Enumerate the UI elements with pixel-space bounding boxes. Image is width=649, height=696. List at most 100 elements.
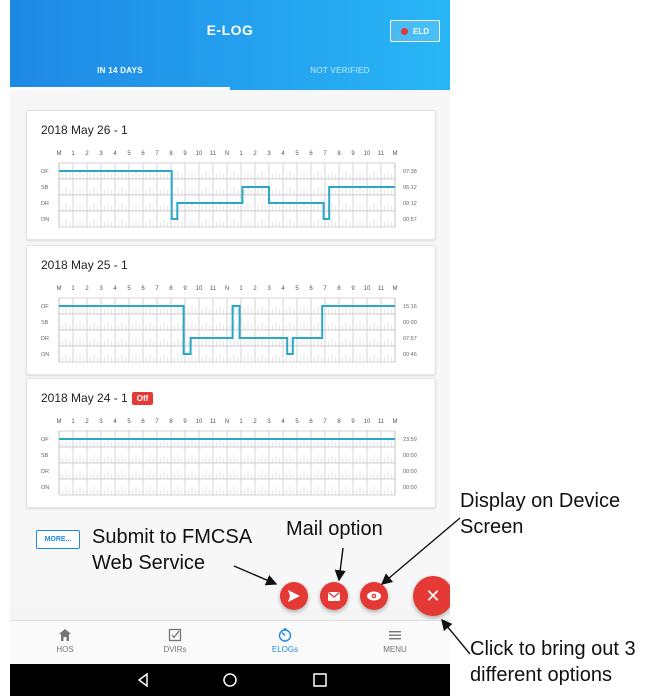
hour-tick-label: 5 [127, 151, 131, 157]
hour-tick-label: 10 [196, 286, 203, 292]
hour-tick-label: 4 [113, 286, 117, 292]
hour-tick-label: 8 [337, 419, 341, 425]
hour-tick-label: 5 [127, 419, 131, 425]
hour-tick-label: 3 [99, 151, 103, 157]
nav-hos[interactable]: HOS [10, 621, 120, 665]
home-icon [59, 629, 71, 641]
log-card-1[interactable]: 2018 May 25 - 1 M 1 2 3 4 5 6 7 8 9 10 11 N 1 2 3 4 5 6 7 8 9… [26, 245, 436, 375]
hour-tick-label: 8 [169, 419, 173, 425]
hour-tick-label: 9 [351, 151, 355, 157]
hour-tick-label: 3 [267, 419, 271, 425]
tab-bar: IN 14 DAYS NOT VERIFIED [10, 52, 450, 90]
eld-button[interactable]: ELD [390, 20, 440, 42]
nav-elogs[interactable]: ELOGs [230, 621, 340, 665]
log-grid-chart: M 1 2 3 4 5 6 7 8 9 10 11 N 1 2 3 4 5 6 7 8 9 10 11 M OF 07:38 SB 06… [41, 151, 417, 228]
hour-tick-label: 6 [309, 151, 313, 157]
nav-dvirs[interactable]: DVIRs [120, 621, 230, 665]
hour-tick-label: 3 [99, 286, 103, 292]
hour-tick-label: 4 [281, 419, 285, 425]
status-label: ON [41, 217, 49, 223]
hour-tick-label: 5 [295, 286, 299, 292]
status-label: DR [41, 469, 49, 475]
status-label: DR [41, 336, 49, 342]
hour-tick-label: 9 [351, 419, 355, 425]
close-icon: ✕ [425, 585, 441, 606]
hour-tick-label: 4 [281, 286, 285, 292]
hour-tick-label: 1 [71, 419, 75, 425]
hour-tick-label: 11 [210, 419, 217, 425]
hour-tick-label: N [225, 151, 229, 157]
send-icon [288, 590, 300, 602]
status-label: SB [41, 185, 49, 191]
hour-tick-label: 5 [127, 286, 131, 292]
status-total: 00:00 [403, 485, 417, 491]
hour-tick-label: 9 [183, 286, 187, 292]
hour-tick-label: 11 [210, 151, 217, 157]
log-card-2[interactable]: 2018 May 24 - 1 Off M 1 2 3 4 5 6 7 8 9 10 11 N 1 2 3 4 5 6… [26, 378, 436, 508]
log-date-title: 2018 May 26 - 1 [41, 123, 128, 137]
system-nav-bar [10, 664, 450, 696]
hour-tick-label: 1 [71, 286, 75, 292]
hour-tick-label: 9 [183, 151, 187, 157]
eld-status-dot-icon [401, 27, 408, 35]
annotation-display: Display on Device Screen [460, 490, 621, 538]
hour-tick-label: N [225, 419, 229, 425]
hour-tick-label: 9 [183, 419, 187, 425]
off-badge: Off [131, 392, 154, 406]
status-label: SB [41, 453, 49, 459]
view-on-device-button[interactable] [360, 582, 388, 610]
hour-tick-label: M [393, 151, 398, 157]
hour-tick-label: 2 [253, 286, 257, 292]
status-total: 00:00 [403, 320, 417, 326]
submit-fmcsa-button[interactable] [280, 582, 308, 610]
page-title: E-LOG [206, 22, 254, 38]
tab-in-14-days[interactable]: IN 14 DAYS [10, 52, 230, 90]
hour-tick-label: 7 [323, 286, 327, 292]
hour-tick-label: 7 [323, 419, 327, 425]
log-date-title: 2018 May 24 - 1 Off [41, 391, 154, 406]
phone-screen: E-LOG ELD IN 14 DAYS NOT VERIFIED 2018 M… [10, 0, 450, 696]
hour-tick-label: 2 [253, 151, 257, 157]
hour-tick-label: 1 [239, 419, 243, 425]
hour-tick-label: 2 [85, 286, 89, 292]
hour-tick-label: 7 [155, 419, 159, 425]
mail-icon [328, 591, 340, 601]
hour-tick-label: 8 [337, 286, 341, 292]
hour-tick-label: 11 [378, 419, 385, 425]
hour-tick-label: 6 [309, 286, 313, 292]
hour-tick-label: 1 [239, 286, 243, 292]
hour-tick-label: 4 [113, 151, 117, 157]
log-date-title: 2018 May 25 - 1 [41, 258, 128, 272]
log-card-0[interactable]: 2018 May 26 - 1 M 1 2 3 4 5 6 7 8 9 10 11 N 1 2 3 4 5 6 7 8 9… [26, 110, 436, 240]
status-total: 07:38 [403, 169, 417, 175]
tab-not-verified[interactable]: NOT VERIFIED [230, 52, 450, 90]
status-total: 15:16 [403, 304, 417, 310]
hour-tick-label: 5 [295, 419, 299, 425]
hour-tick-label: 7 [155, 286, 159, 292]
checkbox-icon [168, 628, 182, 642]
hour-tick-label: 6 [141, 151, 145, 157]
hour-tick-label: 4 [113, 419, 117, 425]
hour-tick-label: 10 [364, 419, 371, 425]
mail-button[interactable] [320, 582, 348, 610]
annotation-mail: Mail option [286, 518, 383, 540]
hour-tick-label: 6 [141, 419, 145, 425]
hour-tick-label: 11 [210, 286, 217, 292]
status-total: 00:57 [403, 217, 417, 223]
hour-tick-label: 3 [267, 286, 271, 292]
hour-tick-label: M [57, 286, 62, 292]
hour-tick-label: 8 [169, 286, 173, 292]
nav-label: ELOGs [271, 645, 299, 654]
hour-tick-label: 3 [267, 151, 271, 157]
status-label: OF [41, 437, 49, 443]
back-icon[interactable] [136, 672, 150, 688]
nav-menu[interactable]: MENU [340, 621, 450, 665]
fab-toggle-button[interactable]: ✕ [413, 576, 450, 616]
home-circle-icon[interactable] [222, 672, 238, 688]
more-button[interactable]: MORE... [36, 530, 80, 549]
recents-icon[interactable] [312, 672, 328, 688]
hour-tick-label: 10 [364, 286, 371, 292]
bottom-navigation: HOS DVIRs ELOGs MENU [10, 620, 450, 665]
annotation-click: Click to bring out 3 different options [470, 638, 636, 686]
nav-label: DVIRs [163, 645, 187, 654]
